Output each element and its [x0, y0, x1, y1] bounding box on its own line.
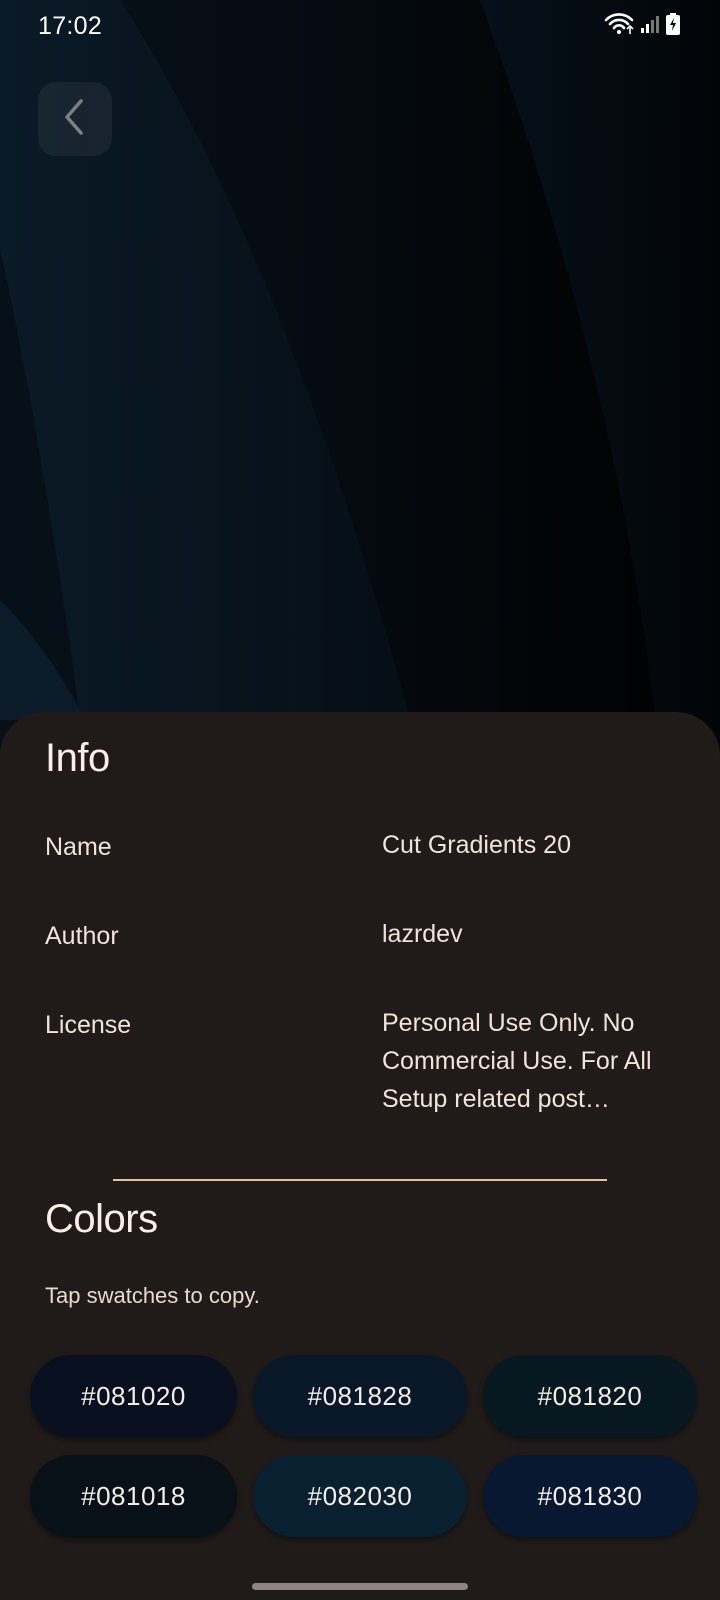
home-indicator[interactable] — [252, 1583, 468, 1590]
color-swatch[interactable]: #081820 — [483, 1355, 697, 1437]
info-title: Info — [45, 736, 110, 780]
colors-title: Colors — [45, 1197, 158, 1241]
name-label: Name — [45, 833, 112, 861]
color-swatch[interactable]: #081828 — [253, 1355, 467, 1437]
color-swatch[interactable]: #082030 — [253, 1455, 467, 1537]
colors-hint: Tap swatches to copy. — [45, 1283, 260, 1308]
license-label: License — [45, 1011, 132, 1039]
chevron-left-icon — [61, 97, 89, 142]
details-sheet: Info Name Cut Gradients 20 Author lazrde… — [0, 712, 720, 1600]
status-icons — [604, 12, 680, 40]
status-bar: 17:02 — [0, 0, 720, 52]
wifi-icon — [604, 12, 634, 40]
battery-icon — [666, 12, 680, 40]
name-value: Cut Gradients 20 — [382, 831, 571, 859]
color-swatch[interactable]: #081018 — [30, 1455, 237, 1537]
color-swatch[interactable]: #081020 — [30, 1355, 237, 1437]
back-button[interactable] — [38, 82, 112, 156]
divider — [113, 1179, 607, 1181]
signal-icon — [640, 14, 660, 39]
color-swatch[interactable]: #081830 — [483, 1455, 697, 1537]
license-value: Personal Use Only. No Commercial Use. Fo… — [382, 1009, 652, 1113]
author-label: Author — [45, 922, 119, 950]
author-value[interactable]: lazrdev — [382, 915, 682, 953]
status-time: 17:02 — [38, 11, 103, 40]
